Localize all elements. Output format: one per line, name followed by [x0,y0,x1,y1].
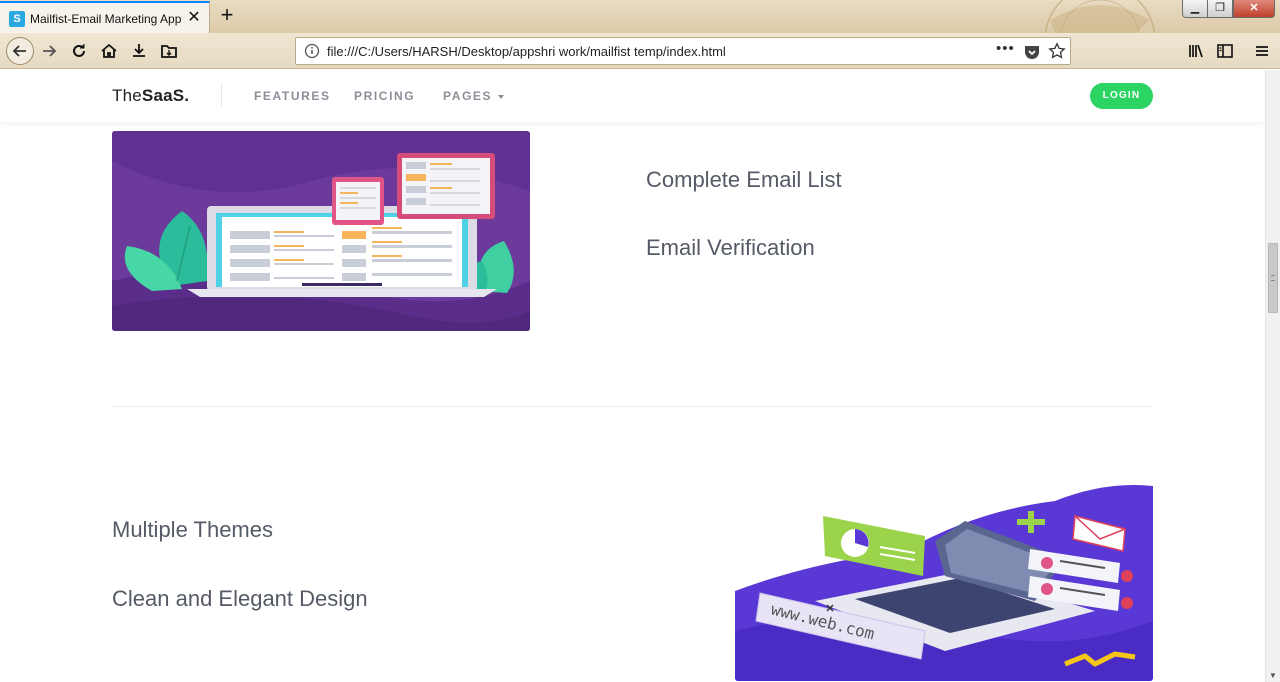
address-bar[interactable]: file:///C:/Users/HARSH/Desktop/appshri w… [295,37,1071,65]
nav-link-pages[interactable]: PAGES [443,89,505,103]
info-icon[interactable] [304,43,320,59]
feature-email-verification: Email Verification [646,235,815,260]
downloads-icon[interactable] [126,38,152,64]
home-icon[interactable] [96,38,122,64]
theme-decoration-icon [1044,0,1156,33]
url-text[interactable]: file:///C:/Users/HARSH/Desktop/appshri w… [327,44,726,59]
scrollbar-thumb[interactable] [1268,243,1278,313]
scrollbar-grip-icon [1271,275,1275,281]
back-arrow-icon[interactable] [6,37,34,65]
scroll-down-arrow-icon[interactable]: ▼ [1269,671,1277,680]
login-button[interactable]: LOGIN [1090,83,1153,109]
bookmark-star-icon[interactable] [1048,42,1066,60]
brand-logo[interactable]: TheSaaS. [112,86,189,106]
feature-complete-email-list: Complete Email List [646,167,842,192]
browser-tab-bar: S Mailfist-Email Marketing App ✕ + ▁ ❐ ✕ [0,0,1280,33]
section-divider [112,406,1153,407]
close-tab-icon[interactable]: ✕ [185,9,203,27]
brand-part-2: SaaS. [141,86,190,105]
folder-icon[interactable] [156,38,182,64]
email-list-illustration [112,131,530,331]
forward-arrow-icon[interactable] [36,38,62,64]
themes-design-illustration: www.web.com [735,481,1153,681]
restore-window-icon[interactable]: ❐ [1207,0,1233,18]
sidebar-icon[interactable] [1212,38,1238,64]
feature-multiple-themes: Multiple Themes [112,517,273,542]
nav-divider [221,84,222,106]
nav-link-features[interactable]: FEATURES [254,89,331,103]
feature-clean-design: Clean and Elegant Design [112,586,368,611]
new-tab-icon[interactable]: + [216,4,238,26]
nav-pages-label: PAGES [443,89,493,103]
vertical-scrollbar[interactable]: ▼ [1265,70,1280,682]
page-actions-icon[interactable]: ••• [996,40,1015,57]
pocket-icon[interactable] [1023,43,1041,61]
site-navbar: TheSaaS. FEATURES PRICING PAGES LOGIN [0,70,1265,122]
caret-down-icon [498,94,505,99]
tab-title: Mailfist-Email Marketing App [30,12,182,26]
page-viewport: TheSaaS. FEATURES PRICING PAGES LOGIN Co… [0,70,1265,682]
browser-tab[interactable]: S Mailfist-Email Marketing App ✕ [0,1,210,33]
browser-toolbar: file:///C:/Users/HARSH/Desktop/appshri w… [0,33,1280,69]
nav-link-pricing[interactable]: PRICING [354,89,415,103]
favicon-icon: S [9,11,25,27]
brand-part-1: The [112,86,142,105]
hamburger-menu-icon[interactable] [1249,38,1275,64]
close-window-icon[interactable]: ✕ [1233,0,1275,18]
library-icon[interactable] [1183,38,1209,64]
reload-icon[interactable] [66,38,92,64]
minimize-window-icon[interactable]: ▁ [1182,0,1208,18]
